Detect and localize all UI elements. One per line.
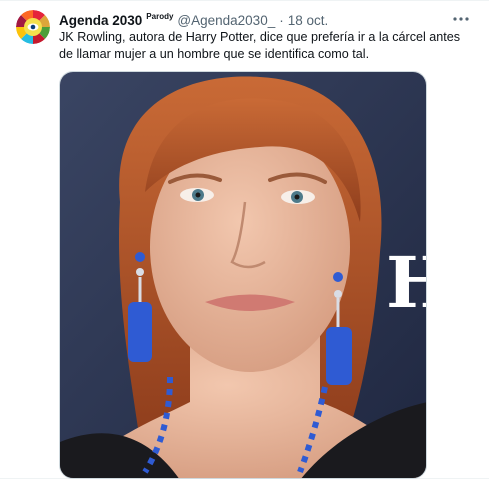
left-pupil bbox=[195, 192, 201, 198]
portrait-photo: H bbox=[60, 72, 427, 478]
right-pupil bbox=[294, 194, 300, 200]
tweet-text: JK Rowling, autora de Harry Potter, dice… bbox=[59, 30, 461, 61]
avatar[interactable] bbox=[16, 10, 50, 44]
user-handle[interactable]: @Agenda2030_ bbox=[177, 13, 275, 28]
backdrop-letter: H bbox=[386, 241, 427, 324]
tweet-photo[interactable]: H bbox=[59, 71, 427, 479]
parody-label: Parody bbox=[146, 11, 174, 21]
tweet-timestamp[interactable]: 18 oct. bbox=[288, 13, 329, 28]
sdg-wheel-icon bbox=[16, 10, 50, 44]
more-options-button[interactable] bbox=[451, 9, 471, 29]
tweet-header: Agenda 2030 Parody @Agenda2030_ · 18 oct… bbox=[59, 11, 449, 29]
tweet-card[interactable]: Agenda 2030 Parody @Agenda2030_ · 18 oct… bbox=[0, 0, 489, 479]
separator-dot: · bbox=[279, 12, 284, 28]
more-horizontal-icon bbox=[453, 17, 469, 21]
display-name[interactable]: Agenda 2030 bbox=[59, 13, 142, 28]
